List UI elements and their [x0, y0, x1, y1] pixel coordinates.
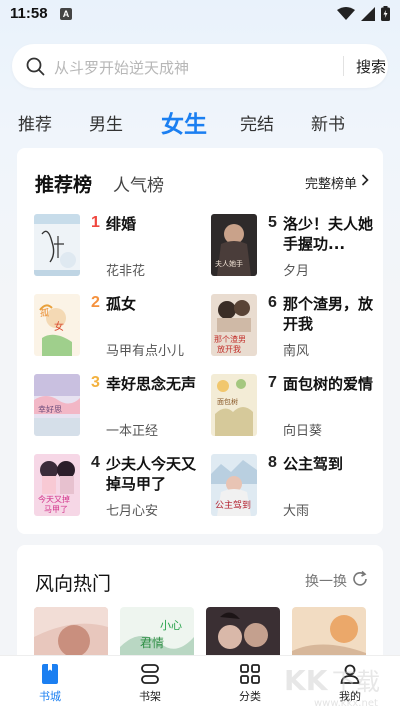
- rank-number: 2: [91, 294, 100, 311]
- book-title[interactable]: 洛少！夫人她手握功...: [283, 214, 379, 254]
- book-title[interactable]: 那个渣男，放开我: [283, 294, 379, 334]
- book-item[interactable]: 那个渣男 放开我 6 那个渣男，放开我 南风: [211, 294, 387, 360]
- ranking-card: 推荐榜 人气榜 完整榜单 1 绯婚 花非花 孤女 2 孤女 马甲有点小儿 幸好思…: [17, 148, 383, 534]
- nav-bookshelf[interactable]: 书架: [120, 662, 180, 704]
- refresh-icon[interactable]: [351, 570, 369, 588]
- tab-recommend[interactable]: 推荐: [18, 110, 52, 135]
- book-cover[interactable]: [34, 214, 80, 276]
- wifi-icon: [337, 6, 355, 20]
- svg-text:放开我: 放开我: [217, 344, 241, 354]
- rank-number: 1: [91, 214, 100, 231]
- rank-number: 3: [91, 374, 100, 391]
- search-bar[interactable]: 从斗罗开始逆天成神 搜索: [12, 44, 388, 88]
- book-item[interactable]: 1 绯婚 花非花: [34, 214, 210, 280]
- rank-number: 8: [268, 454, 277, 471]
- tab-male[interactable]: 男生: [89, 110, 123, 135]
- bookshelf-icon: [141, 664, 159, 684]
- category-grid-icon: [240, 664, 260, 684]
- book-item[interactable]: 孤女 2 孤女 马甲有点小儿: [34, 294, 210, 360]
- svg-text:君情: 君情: [140, 636, 164, 650]
- nav-bookstore[interactable]: 书城: [20, 662, 80, 704]
- svg-text:女: 女: [54, 320, 64, 333]
- book-cover[interactable]: 那个渣男 放开我: [211, 294, 257, 356]
- book-item[interactable]: 夫人她手 5 洛少！夫人她手握功... 夕月: [211, 214, 387, 280]
- status-time: 11:58: [10, 5, 48, 22]
- bookstore-icon: [42, 664, 58, 684]
- book-item[interactable]: 今天又掉 马甲了 4 少夫人今天又掉马甲了 七月心安: [34, 454, 210, 520]
- book-title[interactable]: 孤女: [106, 294, 202, 314]
- svg-text:公主驾到: 公主驾到: [215, 499, 251, 511]
- book-author: 花非花: [106, 264, 146, 279]
- book-cover[interactable]: 今天又掉 马甲了: [34, 454, 80, 516]
- svg-text:www.kkx.net: www.kkx.net: [314, 698, 378, 709]
- svg-text:今天又掉: 今天又掉: [38, 494, 70, 504]
- search-input[interactable]: 从斗罗开始逆天成神: [54, 57, 189, 78]
- trending-title: 风向热门: [35, 573, 112, 595]
- svg-text:KK: KK: [284, 664, 329, 697]
- book-title[interactable]: 面包树的爱情: [283, 374, 379, 394]
- search-divider: [343, 56, 344, 76]
- book-author: 大雨: [283, 504, 310, 519]
- tab-female[interactable]: 女生: [161, 105, 207, 139]
- svg-text:夫人她手: 夫人她手: [215, 259, 243, 268]
- battery-icon: [381, 6, 390, 21]
- book-author: 南风: [283, 344, 310, 359]
- svg-text:幸好思: 幸好思: [38, 404, 62, 414]
- nav-label: 分类: [239, 690, 261, 703]
- book-item[interactable]: 幸好思 3 幸好思念无声 一本正经: [34, 374, 210, 440]
- tab-new-books[interactable]: 新书: [311, 110, 345, 135]
- tab-completed[interactable]: 完结: [240, 110, 274, 135]
- rank-number: 5: [268, 214, 277, 231]
- book-cover[interactable]: 面包树: [211, 374, 257, 436]
- book-cover[interactable]: 孤女: [34, 294, 80, 356]
- book-cover[interactable]: 夫人她手: [211, 214, 257, 276]
- book-item[interactable]: 面包树 7 面包树的爱情 向日葵: [211, 374, 387, 440]
- svg-text:面包树: 面包树: [217, 397, 238, 406]
- svg-text:下载: 下载: [332, 668, 380, 696]
- book-item[interactable]: 公主驾到 8 公主驾到 大雨: [211, 454, 387, 520]
- signal-icon: [361, 6, 375, 21]
- book-title[interactable]: 绯婚: [106, 214, 202, 234]
- book-author: 一本正经: [106, 424, 159, 439]
- svg-text:马甲了: 马甲了: [44, 505, 68, 514]
- book-cover[interactable]: 幸好思: [34, 374, 80, 436]
- book-title[interactable]: 少夫人今天又掉马甲了: [106, 454, 202, 494]
- nav-label: 书架: [139, 690, 161, 703]
- nav-label: 书城: [39, 690, 61, 703]
- search-icon: [26, 57, 45, 76]
- book-title[interactable]: 幸好思念无声: [106, 374, 202, 394]
- status-bar: 11:58 A: [0, 0, 400, 28]
- book-author: 向日葵: [283, 424, 323, 439]
- svg-text:孤: 孤: [40, 307, 49, 319]
- full-ranking-link[interactable]: 完整榜单: [305, 173, 357, 192]
- svg-text:小心: 小心: [160, 619, 182, 632]
- rank-number: 7: [268, 374, 277, 391]
- svg-text:那个渣男: 那个渣男: [214, 334, 246, 344]
- rank-number: 6: [268, 294, 277, 311]
- watermark-logo: KK 下载 www.kkx.net: [284, 664, 380, 709]
- rank-number: 4: [91, 454, 100, 471]
- book-author: 马甲有点小儿: [106, 344, 185, 359]
- book-cover[interactable]: 公主驾到: [211, 454, 257, 516]
- book-author: 夕月: [283, 264, 310, 279]
- notification-badge-icon: A: [60, 8, 72, 20]
- refresh-button[interactable]: 换一换: [305, 571, 347, 591]
- nav-category[interactable]: 分类: [220, 662, 280, 704]
- book-title[interactable]: 公主驾到: [283, 454, 379, 474]
- chevron-right-icon[interactable]: [361, 173, 369, 187]
- tab-recommend-ranking[interactable]: 推荐榜: [35, 170, 92, 197]
- channel-tabs: 推荐 男生 女生 完结 新书: [0, 105, 400, 139]
- book-author: 七月心安: [106, 504, 159, 519]
- tab-popularity-ranking[interactable]: 人气榜: [113, 171, 164, 196]
- search-button[interactable]: 搜索: [356, 56, 386, 77]
